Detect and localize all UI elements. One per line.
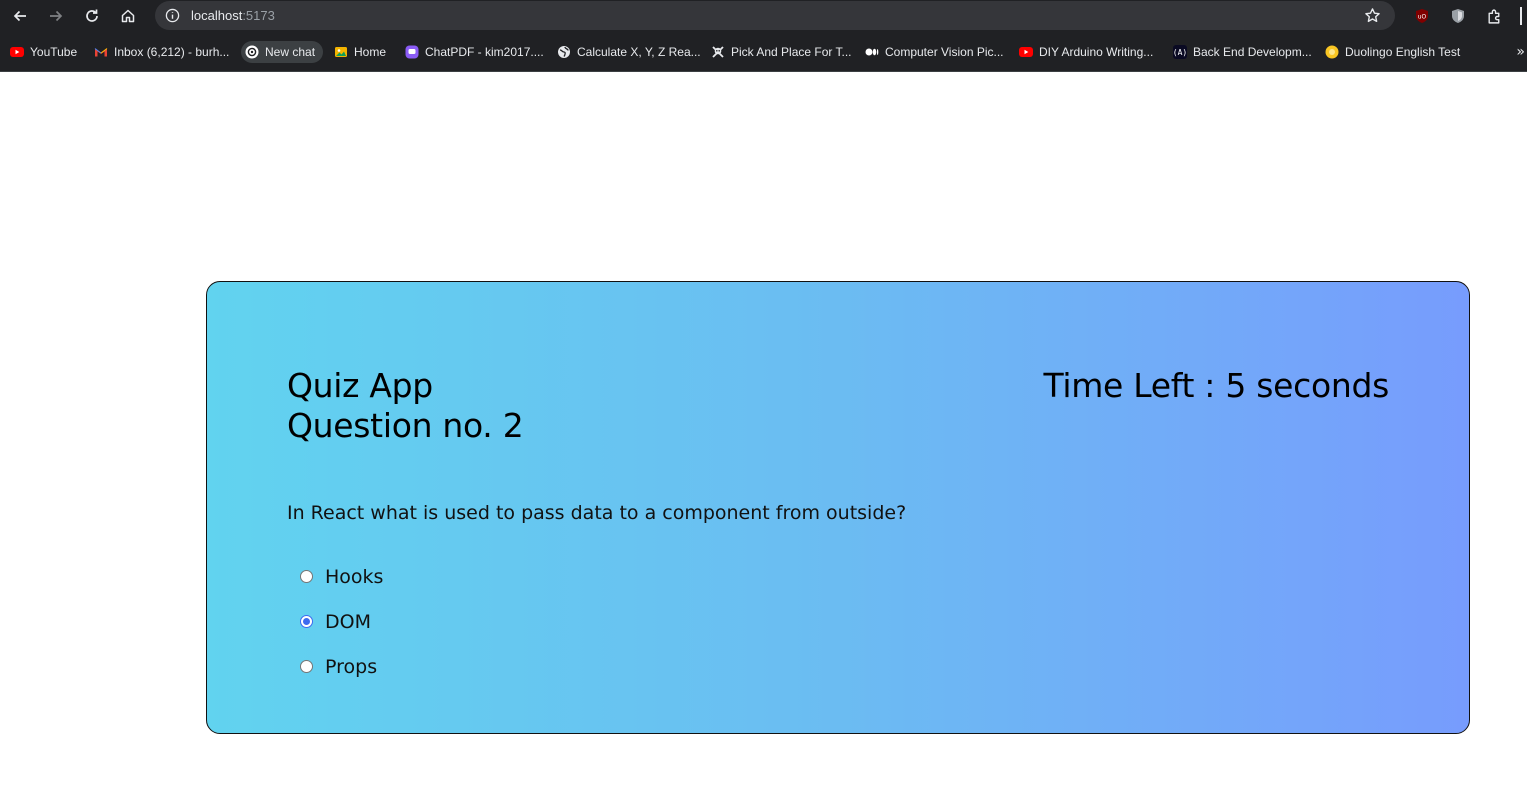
openai-icon [245,45,259,59]
shield-extension-icon[interactable] [1448,6,1468,26]
info-icon[interactable] [165,8,180,23]
bookmark-chatpdf[interactable]: ChatPDF - kim2017.... [401,41,548,63]
bookmark-back-end[interactable]: (A) Back End Developm... [1169,41,1316,63]
back-button[interactable] [8,4,32,28]
time-left: Time Left : 5 seconds [1043,366,1389,405]
bookmark-label: New chat [265,45,316,59]
home-icon [121,9,135,23]
reload-icon [86,9,98,22]
bookmark-label: Pick And Place For T... [731,45,852,59]
medium-icon [865,45,879,59]
chatpdf-icon [405,45,419,59]
globe-icon [557,45,571,59]
bookmark-youtube[interactable]: YouTube [6,41,81,63]
home-button[interactable] [116,4,140,28]
freecodecamp-icon: (A) [1173,45,1187,59]
bookmark-label: Inbox (6,212) - burh... [114,45,230,59]
profile-divider [1520,7,1522,25]
arrow-right-icon [50,10,63,22]
question-text: In React what is used to pass data to a … [287,502,907,524]
option-label[interactable]: Hooks [325,566,383,588]
url-text[interactable]: localhost:5173 [191,8,275,23]
bookmark-label: ChatPDF - kim2017.... [425,45,544,59]
radio-button-selected[interactable] [300,615,313,628]
radio-button[interactable] [300,660,313,673]
address-bar[interactable]: localhost:5173 [155,1,1395,30]
radio-button[interactable] [300,570,313,583]
option-label[interactable]: DOM [325,611,371,633]
quiz-card: Quiz App Question no. 2 Time Left : 5 se… [206,281,1470,734]
reload-button[interactable] [80,4,104,28]
bookmark-label: DIY Arduino Writing... [1039,45,1154,59]
extensions-puzzle-icon[interactable] [1484,6,1504,26]
svg-text:(A): (A) [1173,48,1187,57]
url-port: :5173 [242,8,275,23]
ublock-extension-icon[interactable]: uO [1412,6,1432,26]
arrow-left-icon [13,10,26,22]
skull-icon [711,45,725,59]
youtube-icon [1019,45,1033,59]
url-host: localhost [191,8,243,23]
quiz-app-title: Quiz App [287,366,433,405]
forward-button[interactable] [44,4,68,28]
bookmark-label: Computer Vision Pic... [885,45,1004,59]
home-photo-icon [334,45,348,59]
question-number: Question no. 2 [287,406,524,445]
youtube-icon [10,45,24,59]
bookmark-label: Duolingo English Test [1345,45,1461,59]
bookmark-calculate[interactable]: Calculate X, Y, Z Rea... [553,41,705,63]
option-hooks[interactable]: Hooks [299,554,383,599]
bookmark-home[interactable]: Home [330,41,390,63]
bookmark-new-chat[interactable]: New chat [241,41,324,63]
duolingo-icon [1325,45,1339,59]
option-label[interactable]: Props [325,656,377,678]
bookmark-computer-vision[interactable]: Computer Vision Pic... [861,41,1008,63]
answer-options: Hooks DOM Props [299,554,383,689]
option-dom[interactable]: DOM [299,599,383,644]
bookmark-star-icon[interactable] [1364,7,1381,24]
bookmark-diy-arduino[interactable]: DIY Arduino Writing... [1015,41,1157,63]
bookmarks-bar: YouTube Inbox (6,212) - burh... New chat… [0,32,1527,72]
bookmark-label: YouTube [30,45,78,59]
browser-toolbar: localhost:5173 uO [0,0,1527,32]
option-props[interactable]: Props [299,644,383,689]
svg-text:uO: uO [1418,14,1427,21]
bookmark-label: Home [354,45,387,59]
bookmark-pick-and-place[interactable]: Pick And Place For T... [707,41,856,63]
bookmark-gmail[interactable]: Inbox (6,212) - burh... [90,41,233,63]
bookmark-label: Back End Developm... [1193,45,1312,59]
more-bookmarks-button[interactable]: » [1516,44,1525,60]
bookmark-label: Calculate X, Y, Z Rea... [577,45,701,59]
gmail-icon [94,45,108,59]
bookmark-duolingo[interactable]: Duolingo English Test [1321,41,1464,63]
